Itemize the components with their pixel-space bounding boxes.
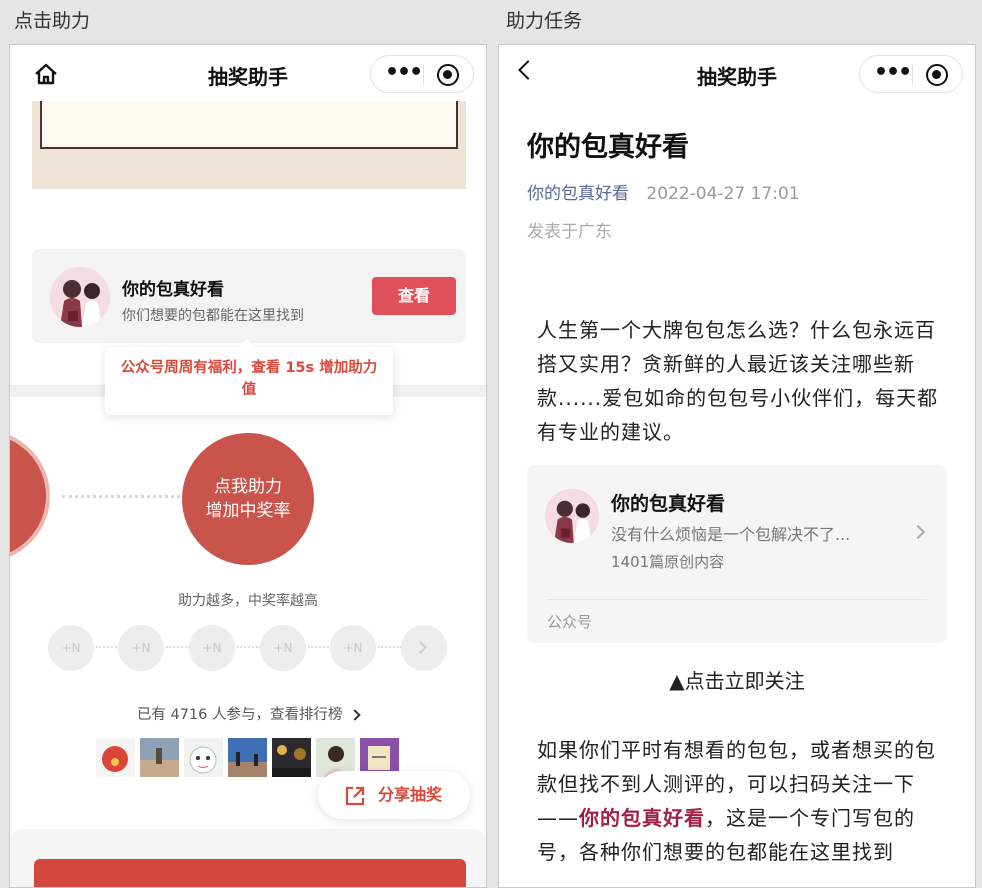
participant-count[interactable]: 已有 4716 人参与，查看排行榜 — [10, 703, 486, 724]
account-type: 公众号 — [547, 613, 593, 631]
author-link[interactable]: 你的包真好看 — [527, 184, 629, 204]
slot-connector — [237, 646, 261, 648]
account-desc: 没有什么烦恼是一个包解决不了... — [611, 525, 851, 544]
participant-avatar — [96, 738, 135, 777]
more-icon[interactable]: ••• — [874, 60, 912, 85]
participant-avatar — [228, 738, 267, 777]
close-target-icon[interactable] — [926, 64, 948, 86]
chevron-right-icon — [414, 641, 427, 654]
slot-connector — [96, 646, 120, 648]
participant-avatar — [272, 738, 311, 777]
avatar-illustration — [96, 738, 135, 777]
account-desc: 你们想要的包都能在这里找到 — [122, 308, 304, 324]
avatar-illustration — [272, 738, 311, 777]
mini-program-capsule: ••• — [859, 55, 963, 93]
phone-help-task: 抽奖助手 ••• 你的包真好看 你的包真好看 2022-04-27 17:01 … — [498, 44, 976, 888]
article-paragraph: 如果你们平时有想看的包包，或者想买的包款但找不到人测评的，可以扫码关注一下——你… — [537, 733, 947, 869]
capsule-divider — [423, 65, 424, 85]
help-slot: +N — [118, 625, 164, 671]
avatar-illustration — [140, 738, 179, 777]
nav-bar: 抽奖助手 ••• — [499, 45, 975, 101]
slot-connector — [378, 646, 402, 648]
help-hint: 助力越多，中奖率越高 — [178, 593, 318, 609]
progress-dots — [62, 495, 180, 498]
slot-connector — [166, 646, 190, 648]
help-button[interactable]: 点我助力 增加中奖率 — [182, 433, 314, 565]
chevron-right-icon — [349, 709, 361, 721]
view-button[interactable]: 查看 — [372, 277, 456, 315]
left-caption: 点击助力 — [14, 10, 91, 32]
primary-action-button[interactable] — [34, 859, 466, 887]
account-link[interactable]: 你的包真好看 — [579, 806, 705, 830]
help-slot: +N — [48, 625, 94, 671]
publish-datetime: 2022-04-27 17:01 — [646, 184, 800, 204]
account-name: 你的包真好看 — [611, 493, 726, 515]
account-avatar — [50, 267, 110, 327]
more-icon[interactable]: ••• — [385, 60, 423, 85]
chevron-right-icon — [910, 524, 926, 540]
help-slot: +N — [260, 625, 306, 671]
prize-image — [32, 101, 466, 189]
article-meta: 你的包真好看 2022-04-27 17:01 — [527, 179, 800, 204]
account-avatar — [545, 489, 599, 543]
share-label: 分享抽奖 — [378, 785, 443, 804]
account-card[interactable]: 你的包真好看 没有什么烦恼是一个包解决不了... 1401篇原创内容 公众号 — [527, 465, 947, 643]
account-article-count: 1401篇原创内容 — [611, 553, 725, 571]
avatar-illustration — [184, 738, 223, 777]
publish-location: 发表于广东 — [527, 222, 612, 242]
share-lottery-button[interactable]: 分享抽奖 — [318, 771, 470, 819]
avatar-illustration — [545, 489, 599, 543]
participant-avatar — [184, 738, 223, 777]
article-paragraph: 人生第一个大牌包包怎么选？什么包永远百搭又实用？贪新鲜的人最近该关注哪些新款..… — [537, 318, 939, 444]
right-caption: 助力任务 — [506, 10, 583, 32]
mini-program-capsule: ••• — [370, 55, 474, 93]
close-target-icon[interactable] — [437, 64, 459, 86]
participant-avatar — [140, 738, 179, 777]
share-icon — [345, 786, 365, 806]
account-name: 你的包真好看 — [122, 280, 224, 300]
article-title: 你的包真好看 — [527, 132, 689, 163]
account-card[interactable]: 你的包真好看 你们想要的包都能在这里找到 查看 — [32, 249, 466, 343]
follow-prompt[interactable]: ▲点击立即关注 — [499, 665, 975, 694]
avatar-illustration — [50, 267, 110, 327]
completed-help-node — [10, 430, 50, 562]
more-slots-button[interactable] — [401, 625, 447, 671]
help-slot: +N — [189, 625, 235, 671]
participants-prefix: 已有 — [136, 707, 166, 723]
nav-bar: 抽奖助手 ••• — [10, 45, 486, 101]
participants-suffix: 人参与，查看排行榜 — [212, 707, 343, 723]
phone-help-click: 抽奖助手 ••• 你的包真好看 你们想要的包都能在这里找到 查看 公众号周周有福… — [9, 44, 487, 888]
participants-count: 4716 — [170, 707, 208, 723]
slot-connector — [308, 646, 332, 648]
avatar-illustration — [228, 738, 267, 777]
help-button-line2: 增加中奖率 — [205, 501, 291, 521]
help-tooltip: 公众号周周有福利，查看 15s 增加助力值 — [105, 347, 393, 415]
help-button-line1: 点我助力 — [214, 477, 282, 497]
help-slot: +N — [330, 625, 376, 671]
capsule-divider — [912, 65, 913, 85]
card-divider — [547, 599, 927, 600]
prize-frame — [40, 101, 458, 149]
